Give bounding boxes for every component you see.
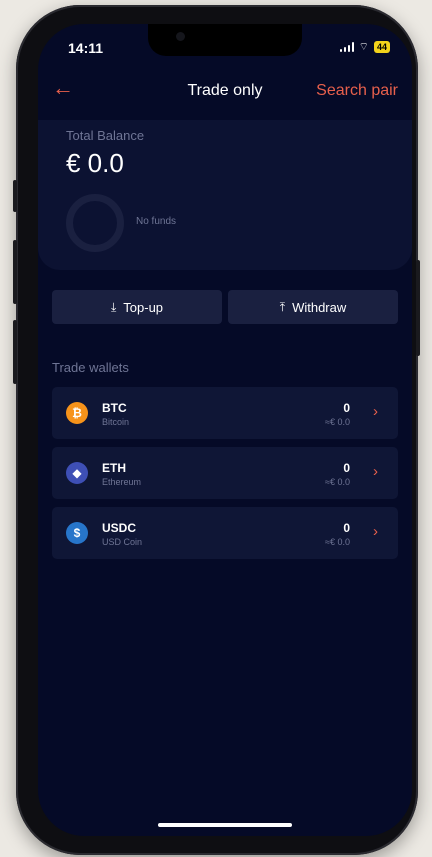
section-title-trade-wallets: Trade wallets (52, 360, 129, 375)
coin-fiat-value: ≈€ 0.0 (325, 417, 350, 427)
notch (148, 24, 302, 56)
bitcoin-icon: ₿ (66, 402, 88, 424)
topup-label: Top-up (123, 299, 164, 315)
balance-donut-chart (66, 194, 124, 252)
upload-tray-icon: ⤒ (279, 299, 286, 314)
coin-amount: 0 (343, 521, 350, 535)
coin-symbol: BTC (102, 401, 127, 415)
coin-name: USD Coin (102, 537, 143, 547)
search-pair-button[interactable]: Search pair (316, 82, 398, 100)
wallet-row-btc[interactable]: ₿ BTC Bitcoin 0 ≈€ 0.0 › (52, 387, 398, 439)
chevron-right-icon: › (373, 403, 378, 420)
status-time: 14:11 (68, 40, 104, 56)
signal-icon (339, 42, 354, 52)
camera-icon (176, 32, 185, 41)
volume-up-button (13, 240, 17, 304)
home-indicator[interactable] (158, 823, 292, 827)
coin-name: Ethereum (102, 477, 142, 487)
coin-amount: 0 (343, 401, 350, 415)
chevron-right-icon: › (373, 463, 378, 480)
wifi-icon: ⌔ (358, 41, 369, 53)
wallet-row-eth[interactable]: ◆ ETH Ethereum 0 ≈€ 0.0 › (52, 447, 398, 499)
status-icons: ⌔ 44 (339, 41, 390, 53)
wallet-row-usdc[interactable]: $ USDC USD Coin 0 ≈€ 0.0 › (52, 507, 398, 559)
coin-fiat-value: ≈€ 0.0 (325, 537, 350, 547)
coin-amount: 0 (343, 461, 350, 475)
coin-name: Bitcoin (102, 417, 130, 427)
coin-symbol: ETH (102, 461, 126, 475)
mute-switch (13, 180, 17, 212)
coin-symbol: USDC (102, 521, 137, 535)
withdraw-label: Withdraw (292, 299, 347, 315)
ethereum-icon: ◆ (66, 462, 88, 484)
download-tray-icon: ⤓ (110, 299, 117, 314)
total-balance-label: Total Balance (66, 128, 145, 143)
power-button (416, 260, 420, 356)
withdraw-button[interactable]: ⤒ Withdraw (228, 290, 398, 324)
no-funds-text: No funds (136, 216, 177, 227)
coin-fiat-value: ≈€ 0.0 (325, 477, 350, 487)
volume-down-button (13, 320, 17, 384)
chevron-right-icon: › (373, 523, 378, 540)
usdc-icon: $ (66, 522, 88, 544)
app-screen: 14:11 ⌔ 44 ← Trade only Search pair Tota… (38, 24, 412, 836)
total-balance-value: € 0.0 (66, 148, 124, 178)
battery-icon: 44 (373, 41, 390, 53)
topup-button[interactable]: ⤓ Top-up (52, 290, 222, 324)
